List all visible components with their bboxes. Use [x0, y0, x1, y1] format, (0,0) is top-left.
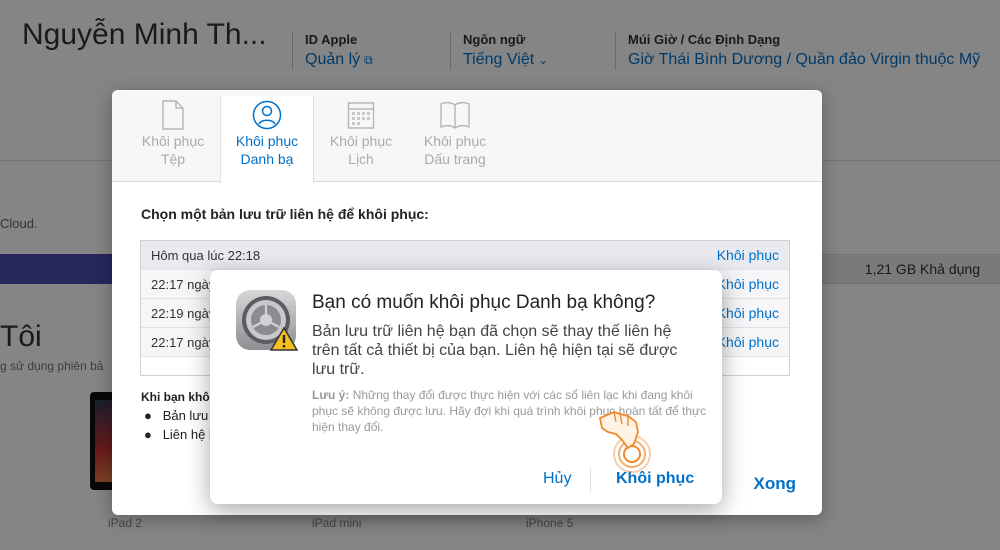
settings-warning-icon [236, 290, 298, 351]
done-button[interactable]: Xong [754, 474, 797, 494]
dialog-message: Bản lưu trữ liên hệ bạn đã chọn sẽ thay … [312, 323, 678, 378]
backup-date: Hôm qua lúc 22:18 [151, 248, 261, 263]
cancel-button[interactable]: Hủy [543, 470, 571, 488]
tab-label-line1: Khôi phục [423, 133, 487, 149]
tab-label-line2: Lịch [348, 151, 374, 167]
calendar-icon [347, 102, 375, 129]
backup-row[interactable]: Hôm qua lúc 22:18 Khôi phục [141, 241, 789, 270]
dialog-title: Bạn có muốn khôi phục Danh bạ không? [312, 292, 656, 313]
tab-restore-contacts[interactable]: Khôi phục Danh bạ [220, 96, 314, 183]
note-title: Khi bạn khô [141, 390, 210, 404]
restore-link[interactable]: Khôi phục [717, 305, 779, 321]
tab-restore-calendar[interactable]: Khôi phục Lịch [314, 96, 408, 182]
tab-label-line2: Danh bạ [240, 151, 294, 167]
panel-heading: Chọn một bản lưu trữ liên hệ để khôi phụ… [141, 206, 429, 222]
bullet-item: ● Bản lưu [144, 408, 209, 423]
restore-link[interactable]: Khôi phục [717, 276, 779, 292]
file-icon [162, 100, 184, 130]
bullet-item: ● Liên hệ l [144, 427, 212, 442]
bookmarks-icon [440, 101, 470, 129]
tab-restore-bookmarks[interactable]: Khôi phục Dấu trang [408, 96, 502, 182]
restore-link[interactable]: Khôi phục [717, 247, 779, 263]
bullet-text: Bản lưu [162, 408, 209, 423]
tab-label-line1: Khôi phục [235, 133, 299, 149]
backup-date: 22:19 ngày [151, 306, 216, 321]
tab-label-line2: Dấu trang [424, 151, 486, 167]
contacts-icon [252, 100, 282, 130]
tab-label-line1: Khôi phục [141, 133, 205, 149]
button-divider [590, 468, 591, 492]
backup-date: 22:17 ngày [151, 277, 216, 292]
note-label: Lưu ý: [312, 388, 350, 402]
restore-tabbar: Khôi phục Tệp Khôi phục Danh bạ Khôi phụ… [112, 90, 822, 183]
tab-label-line1: Khôi phục [329, 133, 393, 149]
restore-link[interactable]: Khôi phục [717, 334, 779, 350]
tap-hand-icon [598, 411, 651, 473]
tab-restore-files[interactable]: Khôi phục Tệp [126, 96, 220, 182]
bullet-text: Liên hệ l [162, 427, 212, 442]
tab-label-line2: Tệp [160, 151, 186, 167]
backup-date: 22:17 ngày [151, 335, 216, 350]
